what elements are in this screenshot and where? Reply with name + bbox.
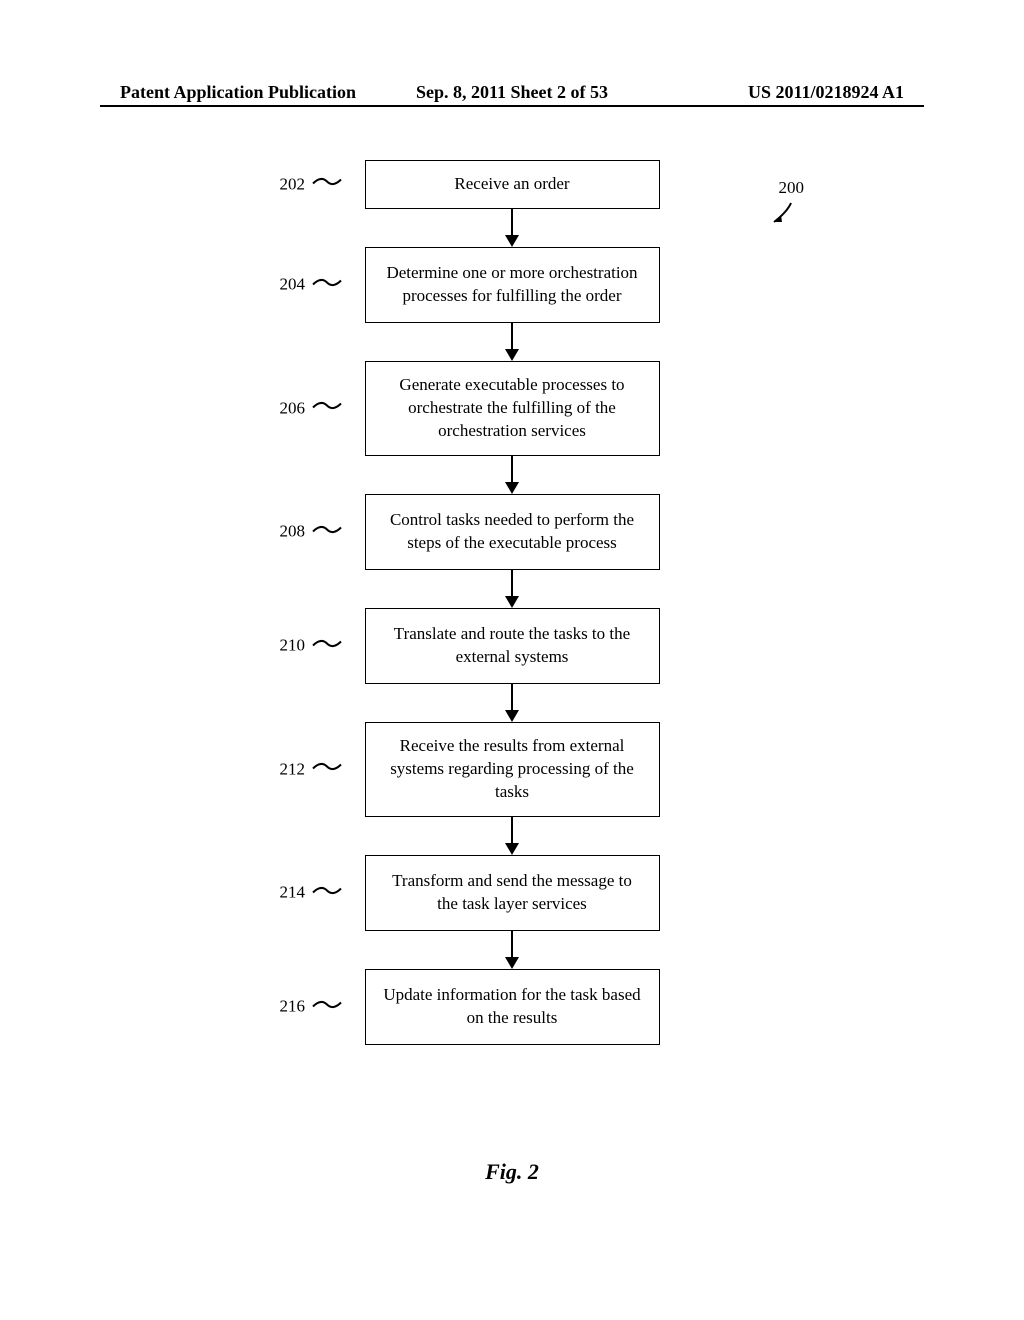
flow-step-text: Translate and route the tasks to the ext…	[382, 623, 643, 669]
step-reference-number: 214	[280, 883, 306, 903]
flow-step-text: Generate executable processes to orchest…	[382, 374, 643, 443]
reference-tilde-icon	[311, 759, 343, 780]
flow-row: 214Transform and send the message to the…	[365, 855, 660, 931]
arrow-head	[505, 710, 519, 722]
step-reference-label: 212	[280, 759, 344, 780]
reference-tilde-icon	[311, 882, 343, 903]
arrow-line	[511, 323, 513, 349]
arrow-head	[505, 349, 519, 361]
flowchart-container: 202Receive an order204Determine one or m…	[0, 160, 1024, 1045]
figure-caption: Fig. 2	[0, 1159, 1024, 1185]
step-reference-label: 214	[280, 882, 344, 903]
flow-arrow-icon	[505, 684, 519, 722]
arrow-line	[511, 209, 513, 235]
flow-step-box: Determine one or more orchestration proc…	[365, 247, 660, 323]
flow-arrow-icon	[505, 570, 519, 608]
step-reference-label: 202	[280, 174, 344, 195]
arrow-line	[511, 684, 513, 710]
step-reference-number: 208	[280, 522, 306, 542]
flow-step-box: Control tasks needed to perform the step…	[365, 494, 660, 570]
flow-step-box: Generate executable processes to orchest…	[365, 361, 660, 456]
header-date-sheet: Sep. 8, 2011 Sheet 2 of 53	[381, 82, 642, 103]
flow-step-box: Receive an order	[365, 160, 660, 209]
flow-step-text: Update information for the task based on…	[382, 984, 643, 1030]
flow-step-box: Receive the results from external system…	[365, 722, 660, 817]
flow-step-box: Update information for the task based on…	[365, 969, 660, 1045]
flow-row: 204Determine one or more orchestration p…	[365, 247, 660, 323]
step-reference-number: 206	[280, 398, 306, 418]
step-reference-label: 216	[280, 996, 344, 1017]
reference-tilde-icon	[311, 996, 343, 1017]
flow-arrow-icon	[505, 323, 519, 361]
page-header: Patent Application Publication Sep. 8, 2…	[0, 82, 1024, 103]
flow-step-text: Receive the results from external system…	[382, 735, 643, 804]
step-reference-number: 204	[280, 275, 306, 295]
reference-tilde-icon	[311, 635, 343, 656]
flow-step-text: Determine one or more orchestration proc…	[382, 262, 643, 308]
step-reference-number: 212	[280, 759, 306, 779]
flow-step-box: Transform and send the message to the ta…	[365, 855, 660, 931]
arrow-head	[505, 482, 519, 494]
step-reference-label: 204	[280, 274, 344, 295]
flow-row: 206Generate executable processes to orch…	[365, 361, 660, 456]
step-reference-number: 216	[280, 997, 306, 1017]
arrow-head	[505, 957, 519, 969]
reference-tilde-icon	[311, 521, 343, 542]
arrow-line	[511, 456, 513, 482]
arrow-head	[505, 843, 519, 855]
flow-step-box: Translate and route the tasks to the ext…	[365, 608, 660, 684]
header-publication-number: US 2011/0218924 A1	[643, 82, 904, 103]
step-reference-label: 210	[280, 635, 344, 656]
flow-arrow-icon	[505, 209, 519, 247]
reference-tilde-icon	[311, 398, 343, 419]
step-reference-number: 210	[280, 636, 306, 656]
flow-row: 212Receive the results from external sys…	[365, 722, 660, 817]
flow-arrow-icon	[505, 456, 519, 494]
arrow-head	[505, 235, 519, 247]
step-reference-number: 202	[280, 174, 306, 194]
flow-row: 208Control tasks needed to perform the s…	[365, 494, 660, 570]
arrow-head	[505, 596, 519, 608]
flow-step-text: Control tasks needed to perform the step…	[382, 509, 643, 555]
arrow-line	[511, 817, 513, 843]
reference-tilde-icon	[311, 274, 343, 295]
flow-row: 210Translate and route the tasks to the …	[365, 608, 660, 684]
flow-row: 202Receive an order	[365, 160, 660, 209]
flow-step-text: Transform and send the message to the ta…	[382, 870, 643, 916]
flow-arrow-icon	[505, 817, 519, 855]
arrow-line	[511, 570, 513, 596]
step-reference-label: 208	[280, 521, 344, 542]
flow-arrow-icon	[505, 931, 519, 969]
arrow-line	[511, 931, 513, 957]
reference-tilde-icon	[311, 174, 343, 195]
flow-row: 216Update information for the task based…	[365, 969, 660, 1045]
flow-step-text: Receive an order	[454, 173, 569, 196]
step-reference-label: 206	[280, 398, 344, 419]
header-publication: Patent Application Publication	[120, 82, 381, 103]
header-divider	[100, 105, 924, 107]
